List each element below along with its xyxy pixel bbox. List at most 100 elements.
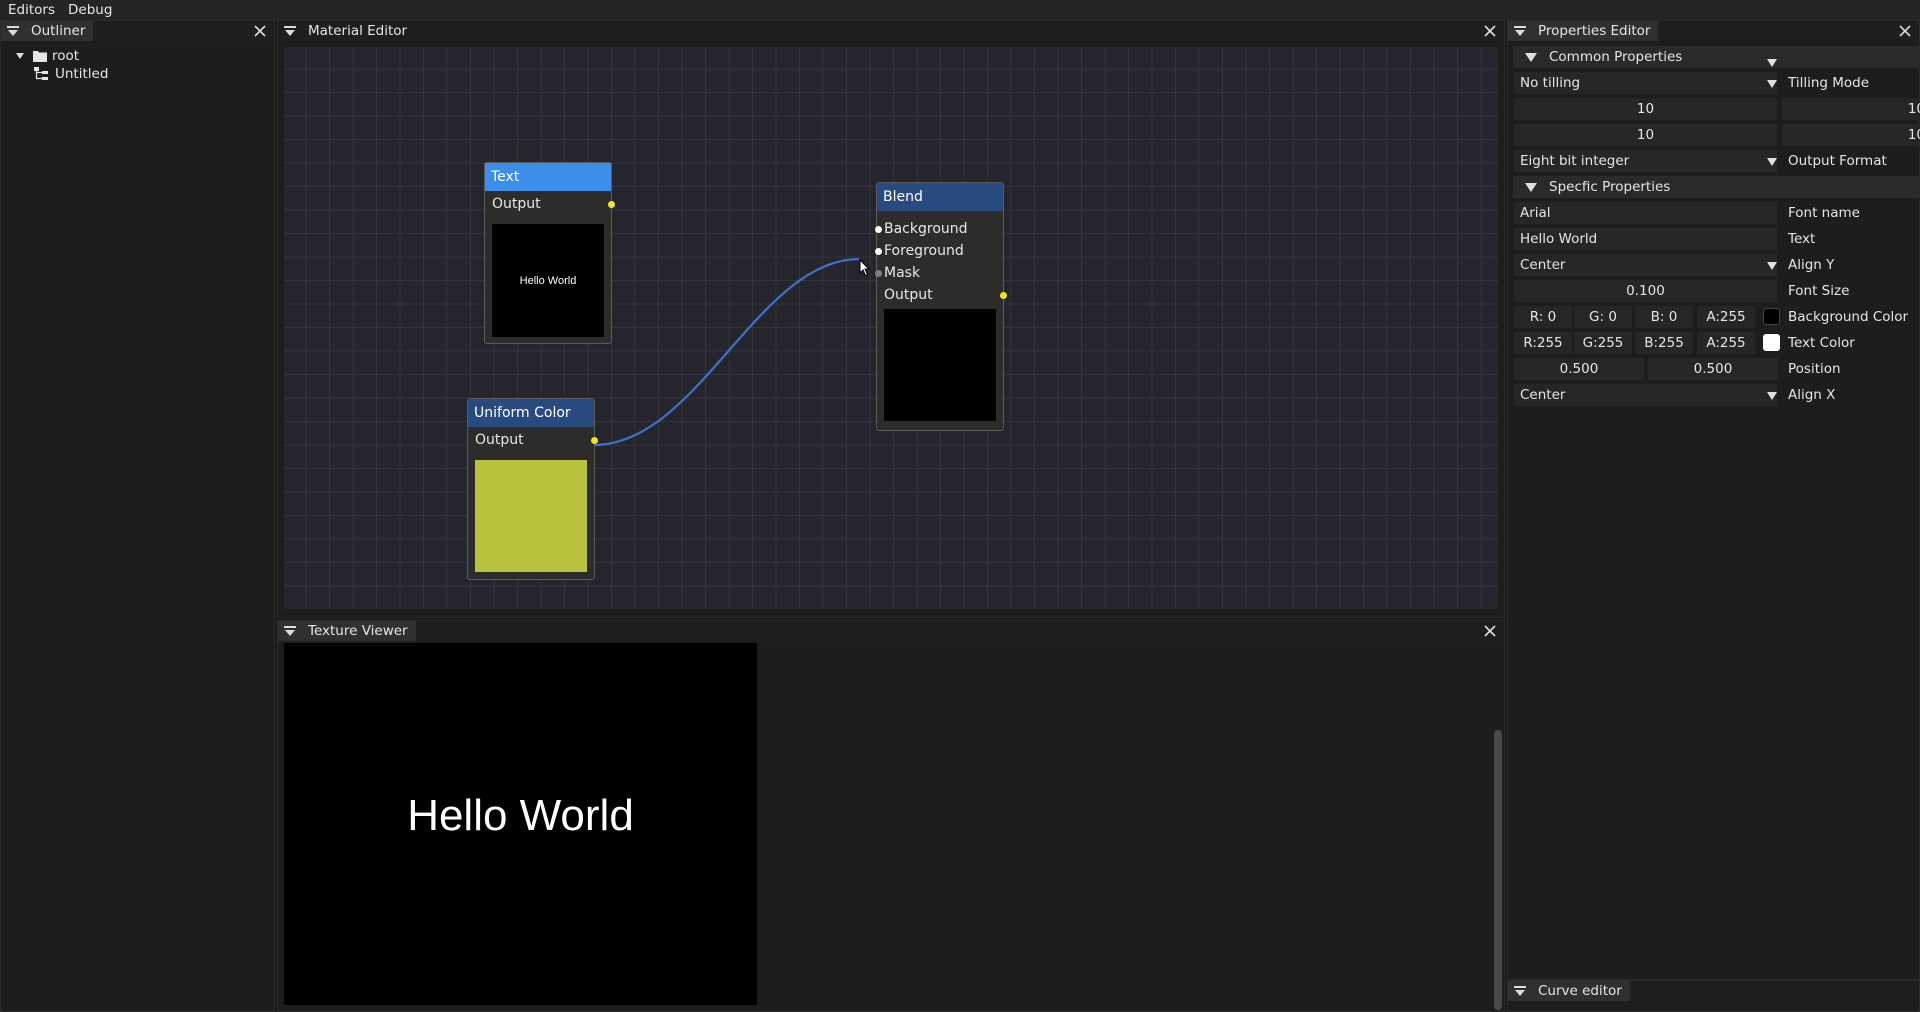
- texture-text: Hello World: [407, 791, 634, 840]
- chevron-down-icon[interactable]: [1767, 158, 1777, 166]
- specific-properties-header[interactable]: Specfic Properties: [1513, 176, 1920, 198]
- chevron-down-icon[interactable]: [1767, 59, 1777, 67]
- text-color-swatch[interactable]: [1763, 334, 1780, 351]
- port-label: Foreground: [884, 243, 964, 259]
- field-value: Hello World: [1520, 231, 1598, 247]
- menu-bar: Editors Debug: [0, 0, 1920, 20]
- node-title[interactable]: Blend: [877, 183, 1003, 211]
- outliner-titlebar: Outliner: [1, 21, 274, 41]
- position-x-field[interactable]: 0.500: [1514, 358, 1644, 380]
- align-x-dropdown[interactable]: Center: [1514, 384, 1777, 406]
- bg-blue-field[interactable]: B: 0: [1635, 306, 1693, 328]
- outliner-panel: Outliner root Untitled: [0, 20, 275, 1012]
- curve-editor-panel: Curve editor: [1507, 980, 1920, 1012]
- property-label: Position: [1788, 361, 1841, 377]
- curve-editor-tab[interactable]: Curve editor: [1508, 981, 1630, 1001]
- font-size-field[interactable]: 0.100: [1514, 280, 1777, 302]
- texture-viewer-scrollbar[interactable]: [1494, 730, 1502, 1010]
- panel-menu-icon[interactable]: [282, 623, 298, 639]
- node-title[interactable]: Text: [485, 163, 611, 191]
- port-label: Output: [492, 196, 541, 212]
- chevron-down-icon[interactable]: [1767, 392, 1777, 400]
- collapse-triangle-icon[interactable]: [1525, 182, 1537, 192]
- properties-tab[interactable]: Properties Editor: [1508, 21, 1659, 41]
- input-port[interactable]: [875, 270, 882, 277]
- size-width-field-2[interactable]: 10: [1782, 98, 1920, 120]
- chevron-down-icon[interactable]: [1767, 80, 1777, 88]
- common-properties-header[interactable]: Common Properties: [1513, 46, 1920, 68]
- panel-menu-icon[interactable]: [5, 23, 21, 39]
- close-icon[interactable]: [1897, 23, 1913, 39]
- texture-viewer-title: Texture Viewer: [308, 623, 408, 639]
- texture-viewer-titlebar: Texture Viewer: [278, 621, 1504, 641]
- fg-alpha-field[interactable]: A:255: [1697, 332, 1755, 354]
- tree-item-label: Untitled: [55, 66, 109, 82]
- collapse-triangle-icon[interactable]: [1525, 52, 1537, 62]
- menu-editors[interactable]: Editors: [0, 0, 60, 20]
- bg-alpha-field[interactable]: A:255: [1697, 306, 1755, 328]
- preview-text: Hello World: [519, 274, 577, 287]
- align-y-dropdown[interactable]: Center: [1514, 254, 1777, 276]
- tree-item-untitled[interactable]: Untitled: [34, 64, 108, 84]
- menu-debug[interactable]: Debug: [60, 0, 117, 20]
- tilling-mode-dropdown[interactable]: No tilling: [1514, 72, 1777, 94]
- position-y-field[interactable]: 0.500: [1648, 358, 1778, 380]
- section-title: Common Properties: [1549, 49, 1683, 65]
- field-value: A:255: [1706, 335, 1746, 351]
- fg-blue-field[interactable]: B:255: [1635, 332, 1693, 354]
- size-height-field-2[interactable]: 10: [1782, 124, 1920, 146]
- fg-green-field[interactable]: G:255: [1574, 332, 1632, 354]
- panel-menu-icon[interactable]: [1512, 23, 1528, 39]
- curve-editor-title: Curve editor: [1538, 983, 1622, 999]
- close-icon[interactable]: [252, 23, 268, 39]
- field-value: G: 0: [1589, 309, 1617, 325]
- output-port[interactable]: [591, 437, 598, 444]
- blend-node[interactable]: Blend Background Foreground Mask Output: [875, 182, 1007, 431]
- dropdown-value: Eight bit integer: [1520, 153, 1630, 169]
- folder-icon: [33, 51, 47, 62]
- bg-green-field[interactable]: G: 0: [1574, 306, 1632, 328]
- chevron-down-icon[interactable]: [1767, 262, 1777, 270]
- input-port[interactable]: [875, 248, 882, 255]
- expand-triangle-icon[interactable]: [15, 51, 25, 61]
- background-color-swatch[interactable]: [1763, 308, 1780, 325]
- output-port[interactable]: [608, 201, 615, 208]
- close-icon[interactable]: [1482, 623, 1498, 639]
- field-value: 10: [1907, 127, 1920, 143]
- property-label: Text: [1788, 231, 1816, 247]
- properties-title: Properties Editor: [1538, 23, 1651, 39]
- field-value: R: 0: [1529, 309, 1557, 325]
- size-height-field[interactable]: 10: [1514, 124, 1777, 146]
- text-node[interactable]: Text Output Hello World: [484, 162, 615, 344]
- dropdown-value: No tilling: [1520, 75, 1581, 91]
- bg-red-field[interactable]: R: 0: [1514, 306, 1572, 328]
- input-port[interactable]: [875, 226, 882, 233]
- uniform-color-node[interactable]: Uniform Color Output: [467, 398, 598, 580]
- field-value: G:255: [1582, 335, 1624, 351]
- field-value: 10: [1907, 101, 1920, 117]
- node-preview: Hello World: [492, 224, 604, 337]
- field-value: B: 0: [1650, 309, 1678, 325]
- node-title[interactable]: Uniform Color: [468, 399, 594, 427]
- size-width-field[interactable]: 10: [1514, 98, 1777, 120]
- field-value: A:255: [1706, 309, 1746, 325]
- texture-viewer-tab[interactable]: Texture Viewer: [278, 621, 416, 641]
- texture-viewer-panel: Texture Viewer Hello World: [277, 620, 1505, 1012]
- outliner-tab[interactable]: Outliner: [1, 21, 94, 41]
- material-editor-panel: Material Editor Text Output Hello World …: [277, 20, 1505, 618]
- property-label: Align X: [1788, 387, 1836, 403]
- curve-editor-titlebar: Curve editor: [1508, 981, 1919, 1001]
- font-name-field[interactable]: Arial: [1514, 202, 1777, 224]
- port-label: Mask: [884, 265, 921, 281]
- panel-menu-icon[interactable]: [1512, 983, 1528, 999]
- tree-item-root[interactable]: root: [15, 46, 79, 66]
- field-value: 0.500: [1559, 361, 1599, 377]
- output-format-dropdown[interactable]: Eight bit integer: [1514, 150, 1777, 172]
- property-label: Align Y: [1788, 257, 1835, 273]
- output-port[interactable]: [1000, 292, 1007, 299]
- properties-editor-panel: Properties Editor Common Properties No t…: [1507, 20, 1920, 980]
- node-graph-icon: [34, 67, 48, 80]
- text-field[interactable]: Hello World: [1514, 228, 1777, 250]
- field-value: 10: [1636, 101, 1655, 117]
- fg-red-field[interactable]: R:255: [1514, 332, 1572, 354]
